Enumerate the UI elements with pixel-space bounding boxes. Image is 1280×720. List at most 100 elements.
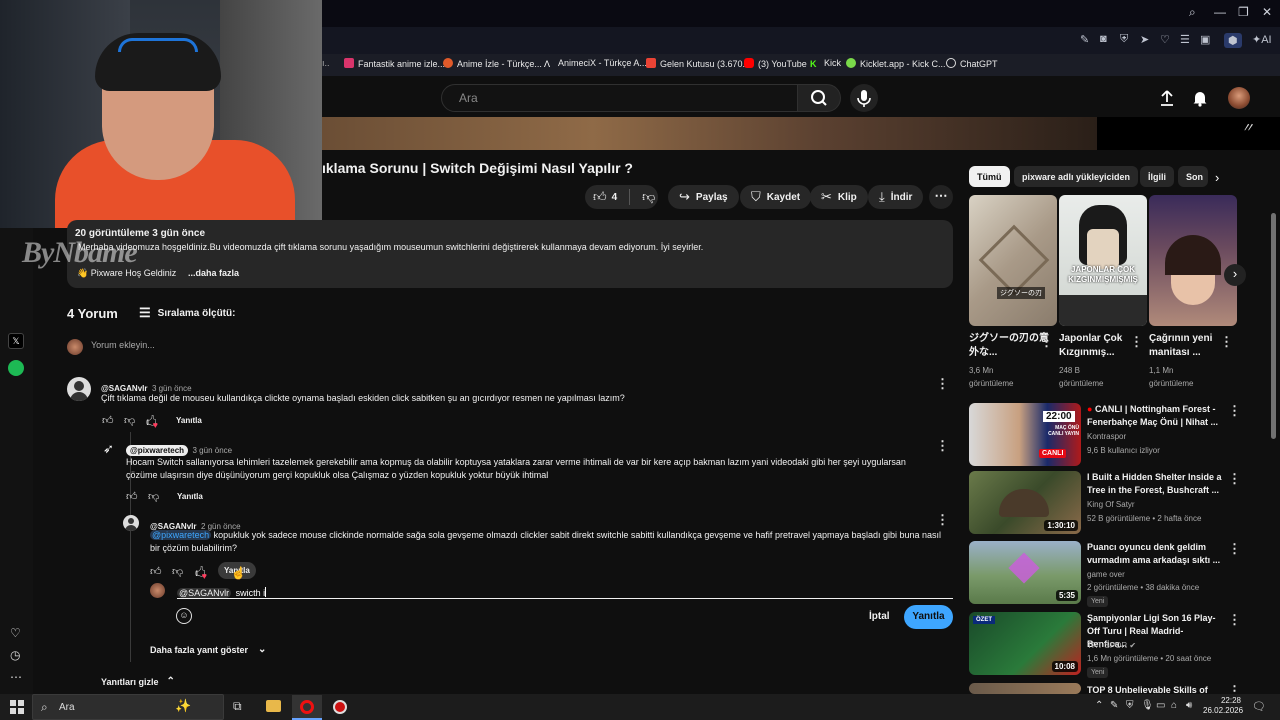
bookmark-5[interactable]: K Kick xyxy=(810,58,841,69)
reply-button[interactable]: Yanıtla xyxy=(176,416,202,425)
short-thumbnail[interactable] xyxy=(1149,195,1237,326)
bookmark-6[interactable]: Kicklet.app - Kick C... xyxy=(846,58,946,69)
reply-button[interactable]: Yanıtla xyxy=(177,492,203,501)
file-explorer-icon[interactable] xyxy=(266,700,281,712)
sort-button[interactable]: ☰ Sıralama ölçütü: xyxy=(139,305,235,321)
video-thumbnail[interactable] xyxy=(969,683,1081,694)
video-channel[interactable]: game over xyxy=(1087,570,1125,579)
short-thumbnail[interactable]: JAPONLAR ÇOK KIZGINMIŞMIŞMIŞ xyxy=(1059,195,1147,326)
spotify-icon[interactable] xyxy=(8,360,24,376)
comment-date[interactable]: 3 gün önce xyxy=(193,446,233,455)
volume-icon[interactable]: 🔊︎ xyxy=(1186,700,1192,711)
video-player-strip[interactable] xyxy=(322,117,1097,150)
comment-menu-icon[interactable]: ⋮ xyxy=(936,438,949,454)
send-icon[interactable]: ➤ xyxy=(1140,33,1149,46)
camera-icon[interactable]: ◙ xyxy=(1100,33,1107,45)
chip-all[interactable]: Tümü xyxy=(969,166,1010,187)
security-icon[interactable]: ⛨ xyxy=(1126,700,1134,711)
windows-start-icon[interactable] xyxy=(10,700,24,714)
hide-replies-button[interactable]: Yanıtları gizle ⌃ xyxy=(101,676,175,687)
thumbs-up-icon[interactable]: 👍︎ xyxy=(150,565,162,578)
chevron-right-icon[interactable]: › xyxy=(1224,264,1246,286)
heart-icon[interactable]: ♡ xyxy=(10,626,21,640)
video-menu-icon[interactable]: ⋮ xyxy=(1228,612,1241,628)
heart-icon[interactable]: ♡ xyxy=(1160,33,1170,46)
minimize-icon[interactable]: — xyxy=(1214,5,1226,19)
opera-gx-icon[interactable] xyxy=(300,700,314,714)
video-title[interactable]: TOP 8 Unbelievable Skills of xyxy=(1087,684,1222,694)
extension-icon[interactable]: ⬢ xyxy=(1224,33,1242,48)
video-title[interactable]: I Built a Hidden Shelter Inside a Tree i… xyxy=(1087,471,1222,497)
bookmark-0[interactable]: Fantastik anime izle... xyxy=(344,58,445,69)
ai-button[interactable]: ✦AI xyxy=(1252,33,1272,46)
network-icon[interactable]: ⌂ xyxy=(1171,700,1177,711)
thumbs-down-icon[interactable]: 👎︎ xyxy=(172,565,183,578)
video-thumbnail[interactable]: 5:35 xyxy=(969,541,1081,604)
chevron-right-icon[interactable]: › xyxy=(1215,170,1219,185)
upload-icon[interactable] xyxy=(1158,89,1176,107)
menu-icon[interactable]: ☰ xyxy=(1180,33,1190,46)
save-button[interactable]: ⛉ Kaydet xyxy=(740,185,812,209)
bookmark-overflow[interactable]: ı.. xyxy=(322,58,330,68)
short-menu-icon[interactable]: ⋮ xyxy=(1130,334,1143,350)
short-thumbnail[interactable]: ジグソーの刃 xyxy=(969,195,1057,326)
microphone-icon[interactable]: 🎙︎ xyxy=(1141,700,1154,711)
cancel-button[interactable]: İptal xyxy=(869,611,890,622)
video-title[interactable]: Puancı oyuncu denk geldim vurmadım ama a… xyxy=(1087,541,1222,567)
short-title[interactable]: ジグソーの刃の意外な... xyxy=(969,332,1049,360)
bookmark-7[interactable]: ChatGPT xyxy=(946,58,998,69)
shield-icon[interactable]: ⛨ xyxy=(1120,33,1128,46)
edit-icon[interactable]: ✎ xyxy=(1080,33,1089,46)
mention-link[interactable]: @pixwaretech xyxy=(150,530,212,540)
video-channel[interactable]: Kontraspor xyxy=(1087,432,1126,441)
short-menu-icon[interactable]: ⋮ xyxy=(1040,334,1053,350)
thumbs-down-icon[interactable]: 👎︎ xyxy=(642,189,655,205)
show-more-replies-button[interactable]: Daha fazla yanıt göster ⌄ xyxy=(150,644,266,655)
short-title[interactable]: Çağrının yeni manitası ... xyxy=(1149,332,1229,360)
comment-menu-icon[interactable]: ⋮ xyxy=(936,376,949,392)
close-icon[interactable]: ✕ xyxy=(1262,5,1272,19)
more-actions-button[interactable]: ⋯ xyxy=(929,185,953,209)
more-horizontal-icon[interactable]: ⋯ xyxy=(10,670,22,684)
wallet-icon[interactable]: ▣ xyxy=(1200,33,1210,46)
history-clock-icon[interactable]: ◷ xyxy=(10,648,20,662)
task-view-icon[interactable]: ⧉ xyxy=(233,699,242,714)
pen-icon[interactable]: ✎ xyxy=(1110,700,1118,711)
video-channel[interactable]: TRT SPOR ✔ xyxy=(1087,641,1136,650)
like-button[interactable]: 👍︎ 4 xyxy=(585,189,617,205)
clip-button[interactable]: ✂ Klip xyxy=(810,185,868,209)
video-menu-icon[interactable]: ⋮ xyxy=(1228,541,1241,557)
emoji-icon[interactable]: ☺ xyxy=(176,608,192,624)
search-input[interactable] xyxy=(442,85,797,111)
share-button[interactable]: ↪ Paylaş xyxy=(668,185,739,209)
user-avatar[interactable] xyxy=(1228,87,1250,109)
thumbs-down-icon[interactable]: 👎︎ xyxy=(148,490,159,503)
notifications-bell-icon[interactable] xyxy=(1191,89,1209,107)
show-more-link[interactable]: ...daha fazla xyxy=(188,268,239,278)
bookmark-4[interactable]: (3) YouTube xyxy=(744,58,807,69)
video-thumbnail[interactable]: 1:30:10 xyxy=(969,471,1081,534)
video-menu-icon[interactable]: ⋮ xyxy=(1228,403,1241,419)
reply-input[interactable]: @SAGANvlr swicth i xyxy=(177,583,953,599)
bookmark-2[interactable]: Λ AnimeciX - Türkçe A... xyxy=(544,58,647,69)
video-menu-icon[interactable]: ⋮ xyxy=(1228,471,1241,487)
video-menu-icon[interactable]: ⋮ xyxy=(1228,683,1241,694)
page-scrollbar[interactable] xyxy=(1271,213,1276,439)
bookmark-1[interactable]: Anime İzle - Türkçe... xyxy=(443,58,542,69)
bookmark-3[interactable]: Gelen Kutusu (3.670... xyxy=(646,58,750,69)
battery-icon[interactable]: ▭ xyxy=(1156,700,1165,711)
search-box[interactable] xyxy=(441,84,798,112)
chip-from-uploader[interactable]: pixware adlı yükleyiciden xyxy=(1014,166,1139,187)
submit-reply-button[interactable]: Yanıtla xyxy=(904,605,953,629)
maximize-icon[interactable]: ❐ xyxy=(1238,5,1249,19)
notification-icon[interactable]: 🗨︎ xyxy=(1252,700,1266,713)
download-button[interactable]: ⤓ İndir xyxy=(868,185,924,209)
video-thumbnail[interactable]: ÖZET 10:08 xyxy=(969,612,1081,675)
video-title[interactable]: ● CANLI | Nottingham Forest - Fenerbahçe… xyxy=(1087,403,1222,429)
chevron-up-icon[interactable]: ⌃ xyxy=(1095,700,1103,711)
obs-icon[interactable] xyxy=(333,700,347,714)
add-comment-input[interactable]: Yorum ekleyin... xyxy=(91,340,155,350)
voice-search-button[interactable] xyxy=(850,84,878,112)
thumbs-up-icon[interactable]: 👍︎ xyxy=(126,490,138,503)
chip-related[interactable]: İlgili xyxy=(1140,166,1174,187)
